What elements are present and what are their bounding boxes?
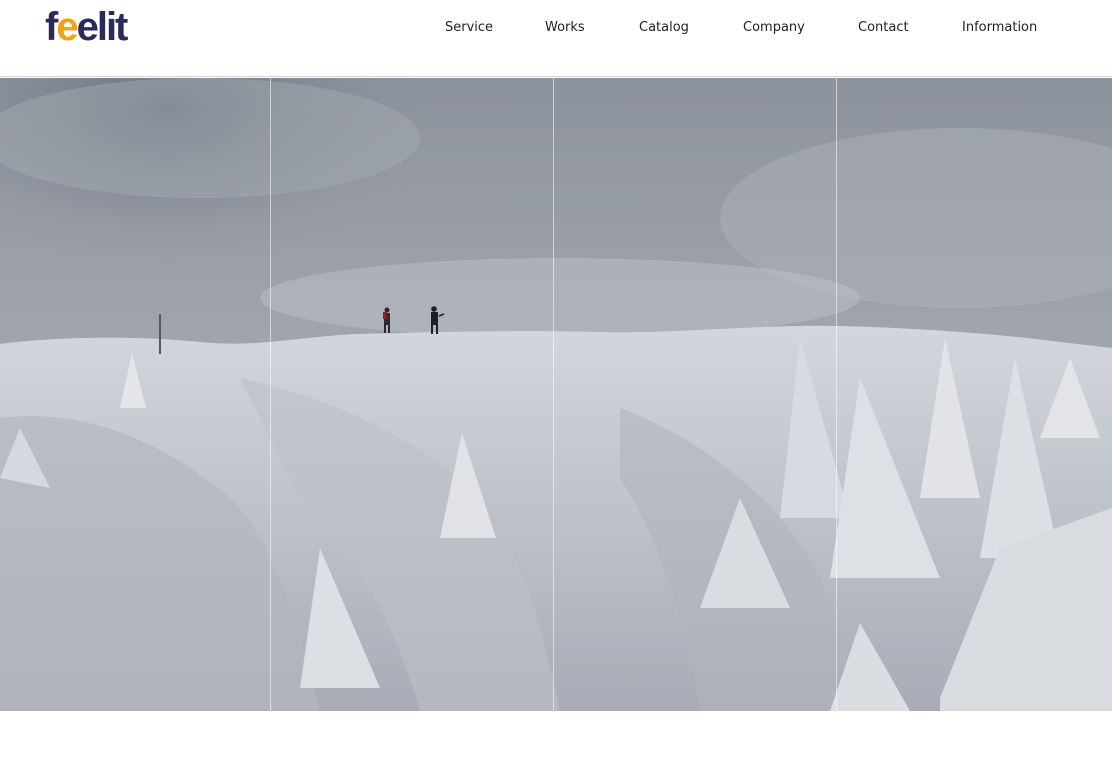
snowy-mountain-illustration (0, 78, 1112, 711)
nav-item-contact[interactable]: Contact (858, 19, 909, 37)
nav-item-service[interactable]: Service (445, 19, 493, 37)
cloud-1 (0, 78, 420, 198)
nav-item-information[interactable]: Information (962, 19, 1037, 37)
main-nav: Service Works Catalog Company Contact In… (0, 19, 1112, 39)
column-divider-3 (836, 78, 837, 711)
trail-marker-pole (159, 314, 161, 354)
nav-item-company[interactable]: Company (743, 19, 805, 37)
column-divider-1 (270, 78, 271, 711)
cloud-3 (260, 258, 860, 338)
column-divider-2 (553, 78, 554, 711)
nav-item-catalog[interactable]: Catalog (639, 19, 689, 37)
nav-item-works[interactable]: Works (545, 19, 585, 37)
site-header: feelit Service Works Catalog Company Con… (0, 0, 1112, 77)
hero-image (0, 78, 1112, 711)
